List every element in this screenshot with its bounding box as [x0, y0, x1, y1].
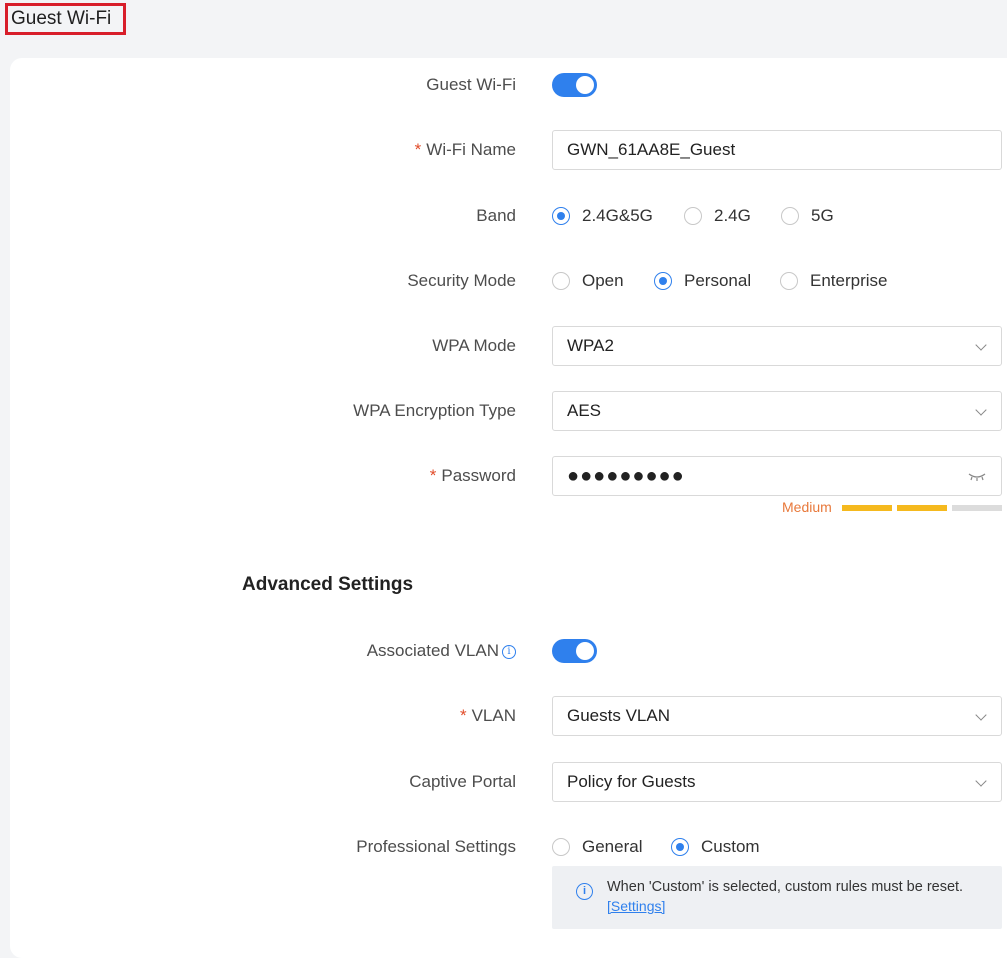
wpa-mode-select[interactable]: WPA2 [552, 326, 1002, 366]
radio-icon [684, 207, 702, 225]
password-value: ●●●●●●●●● [567, 465, 685, 487]
wpa-encryption-select[interactable]: AES [552, 391, 1002, 431]
advanced-settings-title: Advanced Settings [242, 574, 414, 595]
page-title: Guest Wi-Fi [5, 3, 126, 35]
security-option-label: Open [582, 271, 624, 290]
professional-settings-label: Professional Settings [356, 837, 516, 856]
required-mark: * [459, 706, 467, 725]
wifi-name-label-text: Wi-Fi Name [426, 140, 516, 159]
wpa-mode-value: WPA2 [567, 336, 614, 355]
professional-option-label: General [582, 837, 643, 856]
wifi-name-input[interactable]: GWN_61AA8E_Guest [552, 130, 1002, 170]
security-option-enterprise[interactable]: Enterprise [780, 269, 895, 293]
band-option-label: 2.4G&5G [582, 206, 653, 225]
security-mode-label: Security Mode [407, 271, 516, 290]
custom-notice-box: i When 'Custom' is selected, custom rule… [552, 866, 1002, 929]
band-option-label: 2.4G [714, 206, 751, 225]
toggle-knob [576, 76, 594, 94]
info-icon[interactable]: i [502, 645, 516, 659]
band-option-5g[interactable]: 5G [781, 204, 841, 228]
professional-option-label: Custom [701, 837, 760, 856]
radio-icon [780, 272, 798, 290]
wpa-encryption-value: AES [567, 401, 602, 420]
toggle-knob [576, 642, 594, 660]
vlan-label-text: VLAN [471, 706, 516, 725]
required-mark: * [414, 140, 422, 159]
guest-wifi-label: Guest Wi-Fi [426, 75, 516, 94]
captive-portal-select[interactable]: Policy for Guests [552, 762, 1002, 802]
professional-option-general[interactable]: General [552, 835, 652, 859]
security-option-label: Enterprise [810, 271, 888, 290]
chevron-down-icon [975, 709, 987, 721]
vlan-value: Guests VLAN [567, 706, 670, 725]
radio-icon-checked [671, 838, 689, 856]
required-mark: * [429, 466, 437, 485]
password-label-text: Password [441, 466, 516, 485]
captive-portal-value: Policy for Guests [567, 772, 696, 791]
associated-vlan-label-text: Associated VLAN [366, 641, 499, 660]
info-icon: i [576, 883, 593, 900]
wpa-mode-label: WPA Mode [432, 336, 516, 355]
notice-text: When 'Custom' is selected, custom rules … [607, 879, 964, 895]
wpa-encryption-label: WPA Encryption Type [353, 401, 516, 420]
password-strength-label: Medium [782, 499, 832, 515]
band-option-2g[interactable]: 2.4G [684, 204, 764, 228]
wifi-name-label: * Wi-Fi Name [415, 140, 516, 160]
professional-option-custom[interactable]: Custom [671, 835, 771, 859]
radio-icon [552, 272, 570, 290]
chevron-down-icon [975, 775, 987, 787]
chevron-down-icon [975, 404, 987, 416]
associated-vlan-toggle[interactable] [552, 639, 597, 663]
strength-bar-segment [842, 505, 892, 511]
strength-bar-segment [952, 505, 1002, 511]
guest-wifi-toggle[interactable] [552, 73, 597, 97]
security-option-open[interactable]: Open [552, 269, 632, 293]
radio-icon-checked [552, 207, 570, 225]
settings-link[interactable]: [Settings] [607, 898, 665, 914]
security-option-personal[interactable]: Personal [654, 269, 759, 293]
password-label: * Password [430, 466, 516, 486]
radio-icon-checked [654, 272, 672, 290]
security-option-label: Personal [684, 271, 752, 290]
radio-icon [552, 838, 570, 856]
captive-portal-label: Captive Portal [409, 772, 516, 791]
associated-vlan-label: Associated VLAN i [367, 641, 516, 661]
vlan-label: * VLAN [460, 706, 516, 726]
strength-bar-segment [897, 505, 947, 511]
vlan-select[interactable]: Guests VLAN [552, 696, 1002, 736]
band-label: Band [476, 206, 516, 225]
band-option-2g5g[interactable]: 2.4G&5G [552, 204, 662, 228]
password-input[interactable]: ●●●●●●●●● [552, 456, 1002, 496]
band-option-label: 5G [811, 206, 834, 225]
radio-icon [781, 207, 799, 225]
eye-closed-icon[interactable] [967, 469, 987, 483]
chevron-down-icon [975, 339, 987, 351]
